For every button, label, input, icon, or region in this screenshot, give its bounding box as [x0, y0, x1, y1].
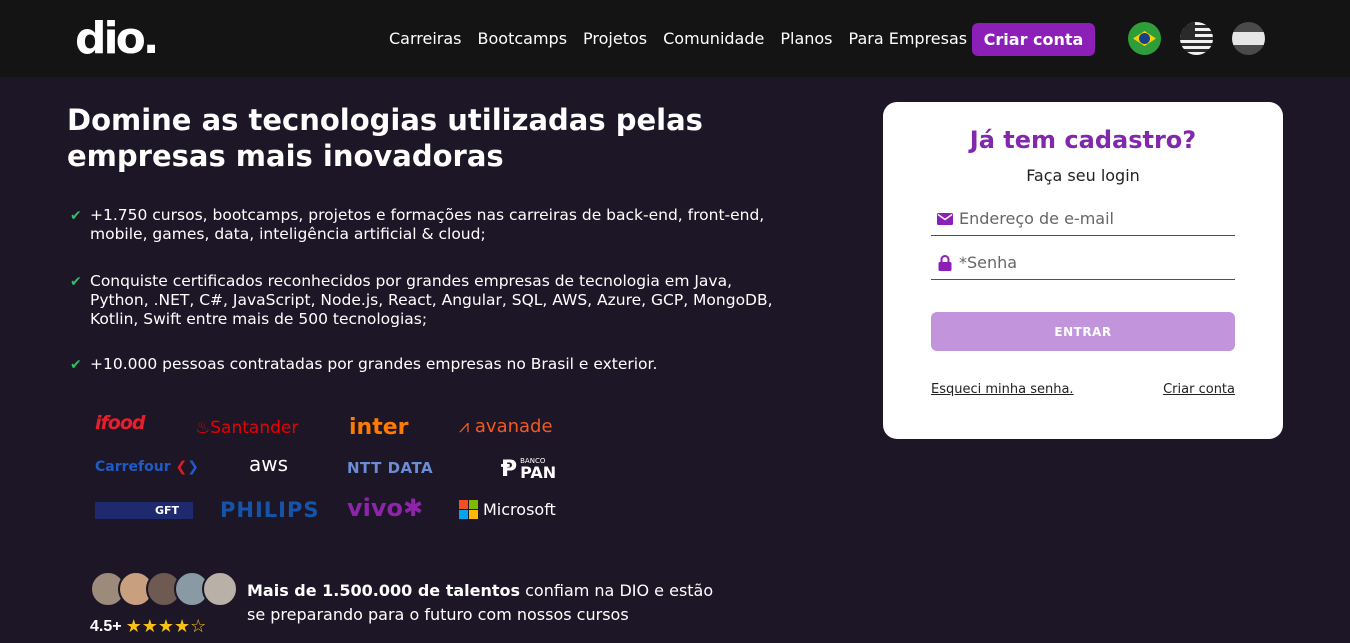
create-account-button[interactable]: Criar conta	[972, 23, 1095, 56]
nav-projetos[interactable]: Projetos	[583, 29, 647, 48]
spain-flag-icon[interactable]	[1232, 22, 1265, 55]
ifood-logo: ifood	[95, 412, 145, 434]
bancopan-logo: Ᵽ BANCO PAN	[501, 457, 556, 482]
santander-flame-icon: ♨	[195, 418, 211, 438]
bancopan-p-icon: Ᵽ	[501, 457, 518, 482]
santander-logo: ♨Santander	[195, 418, 298, 438]
carrefour-logo: Carrefour ❮❯	[95, 459, 199, 475]
benefit-text: +10.000 pessoas contratadas por grandes …	[90, 355, 658, 373]
benefit-text: Conquiste certificados reconhecidos por …	[90, 272, 773, 328]
forgot-password-link[interactable]: Esqueci minha senha.	[931, 382, 1074, 397]
bancopan-words: BANCO PAN	[520, 458, 556, 481]
rating: 4.5+ ★★★★☆	[90, 616, 206, 637]
avatar	[202, 571, 238, 607]
nav-bootcamps[interactable]: Bootcamps	[478, 29, 568, 48]
avanade-logo: ⩘ avanade	[459, 416, 553, 437]
microsoft-logo: Microsoft	[459, 500, 556, 519]
password-field	[931, 246, 1235, 280]
vivo-figure-icon: ✱	[403, 494, 424, 522]
usa-flag-icon[interactable]	[1180, 22, 1213, 55]
email-field	[931, 202, 1235, 236]
benefit-item: ✔ Conquiste certificados reconhecidos po…	[70, 272, 780, 329]
aws-logo: aws	[249, 452, 289, 476]
social-proof-text: Mais de 1.500.000 de talentos confiam na…	[247, 579, 717, 627]
avanade-text: avanade	[474, 416, 553, 437]
carrefour-text: Carrefour	[95, 459, 171, 475]
nav-carreiras[interactable]: Carreiras	[389, 29, 462, 48]
vivo-text: vivo	[347, 494, 404, 522]
check-icon: ✔	[70, 208, 82, 224]
nav-planos[interactable]: Planos	[780, 29, 832, 48]
vivo-logo: vivo✱	[347, 494, 423, 522]
rating-value: 4.5+	[90, 617, 122, 635]
carrefour-mark-icon: ❮	[175, 459, 188, 475]
flag-circle	[1139, 33, 1150, 44]
check-icon: ✔	[70, 274, 82, 290]
benefit-item: ✔ +1.750 cursos, bootcamps, projetos e f…	[70, 206, 780, 244]
login-title: Já tem cadastro?	[969, 126, 1197, 154]
brazil-flag-icon[interactable]	[1128, 22, 1161, 55]
partner-logos: ifood ♨Santander inter ⩘ avanade Carrefo…	[95, 410, 565, 530]
microsoft-text: Microsoft	[483, 500, 556, 519]
mail-icon	[931, 212, 959, 225]
inter-logo: inter	[349, 415, 409, 440]
login-card: Já tem cadastro? Faça seu login ENTRAR E…	[883, 102, 1283, 439]
login-subtitle: Faça seu login	[1026, 166, 1140, 185]
bancopan-text: PAN	[520, 463, 557, 482]
hero-title: Domine as tecnologias utilizadas pelas e…	[67, 103, 703, 173]
benefit-text: +1.750 cursos, bootcamps, projetos e for…	[90, 206, 765, 243]
login-submit-button[interactable]: ENTRAR	[931, 312, 1235, 351]
top-header: dio. Carreiras Bootcamps Projetos Comuni…	[0, 0, 1350, 77]
email-input[interactable]	[959, 209, 1229, 228]
student-avatars	[90, 571, 238, 607]
nav-para-empresas[interactable]: Para Empresas	[849, 29, 968, 48]
carrefour-mark-icon-2: ❯	[187, 459, 199, 475]
gft-logo: GFT	[95, 502, 193, 519]
star-rating-icon: ★★★★☆	[125, 616, 207, 636]
avanade-arrow-icon: ⩘	[459, 416, 470, 437]
benefit-item: ✔ +10.000 pessoas contratadas por grande…	[70, 355, 780, 375]
philips-logo: PHILIPS	[220, 498, 320, 522]
social-proof-highlight: Mais de 1.500.000 de talentos	[247, 581, 521, 600]
main-nav: Carreiras Bootcamps Projetos Comunidade …	[389, 29, 983, 48]
santander-text: Santander	[210, 418, 299, 438]
nav-comunidade[interactable]: Comunidade	[663, 29, 764, 48]
password-input[interactable]	[959, 253, 1229, 272]
logo-text: dio.	[75, 13, 160, 64]
create-account-link[interactable]: Criar conta	[1163, 382, 1235, 397]
flag-canton	[1180, 22, 1195, 37]
gft-text: GFT	[154, 504, 179, 517]
check-icon: ✔	[70, 357, 82, 373]
lock-icon	[931, 254, 959, 271]
dio-logo[interactable]: dio.	[75, 13, 160, 64]
nttdata-logo: NTT DATA	[347, 459, 434, 477]
microsoft-squares-icon	[459, 500, 478, 519]
